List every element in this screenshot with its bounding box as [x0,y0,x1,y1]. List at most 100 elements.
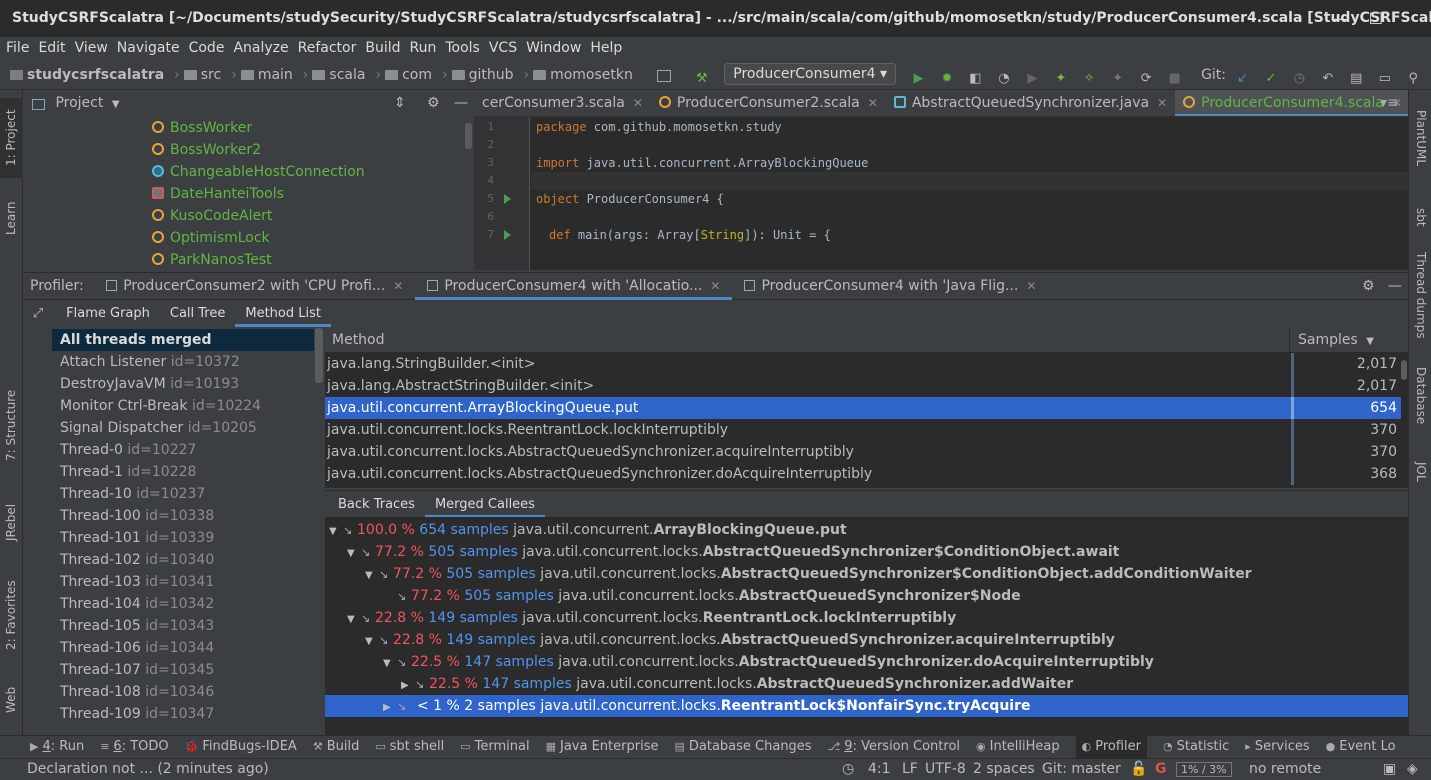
column-header-samples[interactable]: Samples ▼ [1298,328,1374,354]
run-configuration-select[interactable]: ProducerConsumer4 ▾ [724,63,897,85]
git-rollback-icon[interactable]: ↶ [1320,71,1336,87]
project-tree-item[interactable]: ParkNanosTest [152,249,272,270]
tool-tab-jrebel[interactable]: JRebel [0,490,23,555]
chevron-down-icon[interactable]: ▼ [112,99,120,110]
breadcrumb-item[interactable]: com [385,60,432,89]
bottom-tab-terminal[interactable]: ▭ Terminal [460,736,529,758]
editor-tab[interactable]: cerConsumer3.scala ✕ [474,90,651,116]
stop-icon[interactable]: ■ [1167,71,1183,87]
callee-tree-row[interactable]: ▼ ↘ 22.8 % 149 samples java.util.concurren… [325,629,1408,651]
bottom-tab-version-control[interactable]: ⎇ 9: Version Control [828,736,960,758]
project-tree-item[interactable]: ChangeableHostConnection [152,161,365,183]
tool-tab-database[interactable]: Database [1409,358,1431,433]
reload-icon[interactable]: ⟳ [1138,71,1154,87]
code-editor[interactable]: 1 2 3 4 5 6 7 package com.github.momosetkn.stu… [474,117,1408,270]
bottom-tab-services[interactable]: ▸ Services [1245,736,1309,758]
collapse-icon[interactable]: ▼ [329,521,343,543]
tab-list-icon[interactable]: ▾≡ [1380,90,1399,116]
callee-tab-back-traces[interactable]: Back Traces [328,491,425,518]
thread-list-item[interactable]: Thread-106 id=10344 [52,637,314,659]
memory-indicator[interactable]: 1% / 3% [1176,762,1232,777]
view-tab-method-list[interactable]: Method List [235,300,331,327]
tool-tab-web[interactable]: Web [0,675,23,725]
tool-tab-favorites[interactable]: 2: Favorites [0,570,23,660]
breadcrumb-item[interactable]: github [451,60,513,89]
thread-list-item[interactable]: Thread-107 id=10345 [52,659,314,681]
breadcrumb-item[interactable]: scala [312,60,365,89]
close-tab-icon[interactable]: ✕ [710,279,720,293]
status-message[interactable]: Declaration not ... (2 minutes ago) [27,759,269,780]
git-update-icon[interactable]: ↙ [1234,71,1250,87]
scrollbar[interactable] [1401,360,1407,380]
profiler-session-tab[interactable]: ProducerConsumer4 with 'Allocatio... ✕ [415,273,733,300]
bottom-tab-statistic[interactable]: ◔ Statistic [1163,736,1229,758]
menu-help[interactable]: Help [590,40,622,56]
line-separator[interactable]: LF [902,759,918,780]
git-history-icon[interactable]: ◷ [1291,71,1307,87]
scrollbar[interactable] [465,123,472,149]
menu-window[interactable]: Window [526,40,581,56]
tool-tab-structure[interactable]: 7: Structure [0,385,23,465]
scrollbar[interactable] [315,328,323,383]
project-tree-item[interactable]: OptimismLock [152,227,270,249]
menu-vcs[interactable]: VCS [489,40,517,56]
hide-panel-icon[interactable]: — [1388,273,1402,300]
run-icon[interactable]: ▶ [911,71,927,87]
run-gutter-icon[interactable] [504,230,511,240]
collapse-icon[interactable]: ▼ [365,565,379,587]
editor-tab[interactable]: ProducerConsumer2.scala ✕ [651,90,886,116]
editor-tab[interactable]: AbstractQueuedSynchronizer.java ✕ [886,90,1175,116]
bottom-tab-build[interactable]: ⚒ Build [313,736,360,758]
thread-list-item[interactable]: Thread-104 id=10342 [52,593,314,615]
maximize-icon[interactable]: ☐ [1369,0,1383,37]
expand-icon[interactable]: ▶ [401,675,415,697]
thread-list-item[interactable]: Thread-10 id=10237 [52,483,314,505]
jrebel-disabled-icon[interactable]: ✦ [1110,71,1126,87]
table-row[interactable]: java.util.concurrent.locks.ReentrantLock… [325,419,1401,441]
git-branch[interactable]: Git: master [1042,759,1121,780]
thread-list-item[interactable]: Attach Listener id=10372 [52,351,314,373]
minimize-icon[interactable]: — [1331,0,1347,37]
breadcrumb-item[interactable]: studycsrfscalatra [10,60,164,89]
close-tab-icon[interactable]: ✕ [393,279,403,293]
menu-edit[interactable]: Edit [38,40,65,56]
close-tab-icon[interactable]: ✕ [1026,279,1036,293]
column-header-method[interactable]: Method [332,328,385,353]
callee-tree-row[interactable]: ▼ ↘ 77.2 % 505 samples java.util.concurren… [325,541,1408,563]
project-tree-item[interactable]: DateHanteiTools [152,183,284,205]
profiler-session-tab[interactable]: ProducerConsumer4 with 'Java Flig... ✕ [732,273,1048,300]
git-commit-icon[interactable]: ✓ [1263,71,1279,87]
close-tab-icon[interactable]: ✕ [868,96,878,110]
project-structure-icon[interactable]: ▤ [1348,71,1364,87]
bottom-tab-run[interactable]: ▶ 4: Run [30,736,84,758]
table-row[interactable]: java.lang.AbstractStringBuilder.<init> 2,… [325,375,1401,397]
callee-tree-row[interactable]: ↘ 77.2 % 505 samples java.util.concurrent… [325,585,1408,607]
project-tree-item[interactable]: BossWorker2 [152,139,261,161]
callee-tree-row[interactable]: ▼ ↘ 100.0 % 654 samples java.util.concurre… [325,519,1408,541]
event-icon[interactable]: ◈ [1407,759,1418,780]
table-row[interactable]: java.util.concurrent.ArrayBlockingQueue.… [325,397,1401,419]
bottom-tab-java-enterprise[interactable]: ▦ Java Enterprise [546,736,659,758]
callee-tree-row[interactable]: ▶ ↘ 22.5 % 147 samples java.util.concurren… [325,673,1408,695]
editor-tab[interactable]: ProducerConsumer4.scala ✕ [1175,90,1408,116]
bottom-tab-profiler[interactable]: ◐ Profiler [1075,736,1148,758]
tool-tab-project[interactable]: 1: Project [0,98,23,178]
breadcrumb-item[interactable]: momosetkn [533,60,633,89]
profiler-session-tab[interactable]: ProducerConsumer2 with 'CPU Profi... ✕ [94,273,415,300]
menu-file[interactable]: File [6,40,29,56]
menu-refactor[interactable]: Refactor [298,40,357,56]
collapse-icon[interactable]: ▼ [347,543,361,565]
thread-list-item[interactable]: Thread-109 id=10347 [52,703,314,725]
tool-tab-learn[interactable]: Learn [0,188,23,248]
tool-tab-sbt[interactable]: sbt [1409,195,1431,240]
project-tree-item[interactable]: BossWorker [152,117,252,139]
callee-tree-row[interactable]: ▼ ↘ 77.2 % 505 samples java.util.concurren… [325,563,1408,585]
thread-list-item[interactable]: Thread-101 id=10339 [52,527,314,549]
search-icon[interactable]: ⚲ [1405,71,1421,87]
bottom-tab-findbugs-idea[interactable]: 🐞 FindBugs-IDEA [185,736,297,758]
thread-list-item[interactable]: Monitor Ctrl-Break id=10224 [52,395,314,417]
breadcrumb-item[interactable]: main [240,60,293,89]
table-row[interactable]: java.util.concurrent.locks.AbstractQueue… [325,463,1401,485]
coverage-icon[interactable]: ◧ [967,71,983,87]
debug-icon[interactable]: ✹ [939,71,955,87]
